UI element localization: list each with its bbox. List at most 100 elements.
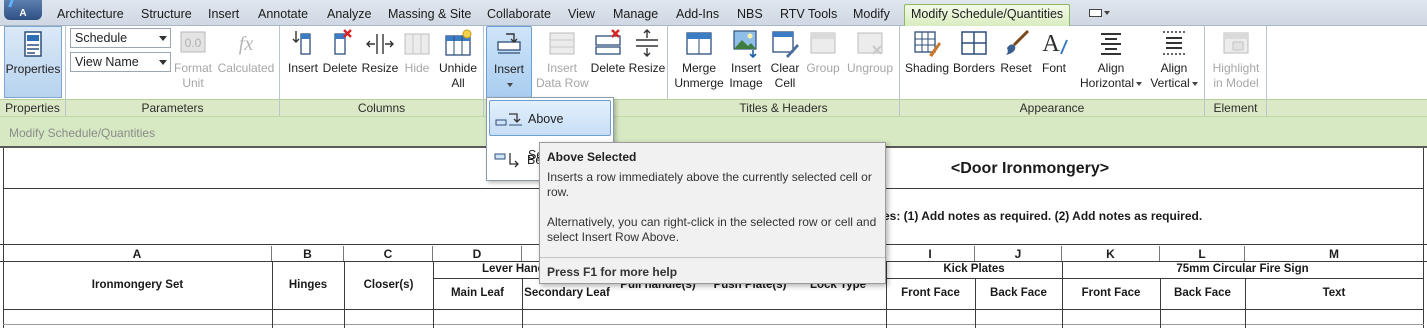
parameter-combo-view-name[interactable]: View Name <box>70 52 171 72</box>
tab-view[interactable]: View <box>568 5 595 25</box>
header-hinges[interactable]: Hinges <box>272 279 344 291</box>
header-fire-sign-group[interactable]: 75mm Circular Fire Sign <box>1062 263 1423 275</box>
header-closers[interactable]: Closer(s) <box>344 279 433 291</box>
insert-image-icon <box>733 30 757 58</box>
tab-analyze[interactable]: Analyze <box>327 5 371 25</box>
header-sign-text[interactable]: Text <box>1245 287 1423 299</box>
svg-text:0.0: 0.0 <box>185 36 202 50</box>
header-kick-plates-group[interactable]: Kick Plates <box>886 263 1062 275</box>
properties-button[interactable]: Properties <box>4 26 62 98</box>
schedule-notes[interactable]: es: (1) Add notes as required. (2) Add n… <box>883 209 1202 223</box>
column-letter-b[interactable]: B <box>272 246 344 262</box>
svg-text:A: A <box>1042 31 1060 57</box>
column-letter-c[interactable]: C <box>344 246 433 262</box>
tab-annotate[interactable]: Annotate <box>258 5 308 25</box>
insert-image-button[interactable]: Insert Image <box>726 28 766 91</box>
tab-rtv-tools[interactable]: RTV Tools <box>780 5 837 25</box>
format-unit-button[interactable]: 0.0 Format Unit <box>172 28 214 91</box>
header-kick-back-face[interactable]: Back Face <box>975 287 1062 299</box>
column-letter-j[interactable]: J <box>975 246 1062 262</box>
panel-columns: Insert Delete Resize Hide Unhide All Col… <box>280 26 484 116</box>
align-vertical-button[interactable]: Align Vertical <box>1146 28 1202 91</box>
panel-visibility-toggle[interactable] <box>1089 7 1115 20</box>
panel-element: Highlight in Model Element <box>1205 26 1267 116</box>
panel-appearance: Shading Borders Reset A Font Align Horiz… <box>900 26 1205 116</box>
resize-column-icon <box>366 34 394 54</box>
tooltip-help-hint: Press F1 for more help <box>547 265 678 279</box>
header-kick-front-face[interactable]: Front Face <box>886 287 975 299</box>
tab-architecture[interactable]: Architecture <box>57 5 124 25</box>
insert-column-button[interactable]: Insert <box>286 28 320 76</box>
resize-column-button[interactable]: Resize <box>360 28 400 76</box>
panel-label-filler <box>1267 99 1427 116</box>
align-horizontal-icon <box>1101 33 1121 55</box>
tab-nbs[interactable]: NBS <box>737 5 763 25</box>
column-letter-k[interactable]: K <box>1062 246 1160 262</box>
delete-row-button[interactable]: Delete <box>590 28 626 76</box>
header-sign-front-face[interactable]: Front Face <box>1062 287 1160 299</box>
tab-structure[interactable]: Structure <box>141 5 192 25</box>
borders-button[interactable]: Borders <box>952 28 996 76</box>
shading-button[interactable]: Shading <box>904 28 950 76</box>
delete-column-button[interactable]: Delete <box>322 28 358 76</box>
align-vertical-icon <box>1163 31 1185 55</box>
header-main-leaf[interactable]: Main Leaf <box>433 287 522 299</box>
panel-properties: Properties Properties <box>0 26 66 116</box>
ribbon: Properties Properties Schedule View Name… <box>0 26 1427 116</box>
shading-icon <box>914 31 941 57</box>
font-icon: A <box>1042 31 1068 57</box>
align-horizontal-button[interactable]: Align Horizontal <box>1078 28 1144 91</box>
borders-icon <box>961 31 987 55</box>
panel-label-titles-headers: Titles & Headers <box>668 99 899 116</box>
font-button[interactable]: A Font <box>1036 28 1072 76</box>
tab-add-ins[interactable]: Add-Ins <box>676 5 719 25</box>
tab-manage[interactable]: Manage <box>613 5 658 25</box>
resize-row-button[interactable]: Resize <box>628 28 666 76</box>
chevron-down-icon <box>159 36 167 41</box>
unhide-all-button[interactable]: Unhide All <box>436 28 480 91</box>
column-letter-d[interactable]: D <box>433 246 522 262</box>
tab-massing-site[interactable]: Massing & Site <box>388 5 471 25</box>
insert-above-selected-item[interactable]: Above Selected <box>489 100 611 162</box>
reset-brush-icon <box>1006 29 1030 55</box>
insert-row-below-icon <box>494 153 519 168</box>
highlight-in-model-button[interactable]: Highlight in Model <box>1207 28 1265 91</box>
header-lever-handles-group[interactable]: Lever Hand <box>482 263 545 275</box>
ungroup-button[interactable]: Ungroup <box>844 28 896 76</box>
chevron-down-icon <box>1191 81 1198 86</box>
insert-data-row-button[interactable]: Insert Data Row <box>536 28 589 91</box>
reset-button[interactable]: Reset <box>998 28 1034 76</box>
context-bar-label: Modify Schedule/Quantities <box>9 126 156 140</box>
highlight-in-model-icon <box>1223 32 1249 54</box>
application-menu-button[interactable]: A <box>4 0 42 20</box>
panel-label-element: Element <box>1205 99 1266 116</box>
panel-label-columns: Columns <box>280 99 483 116</box>
delete-column-icon <box>334 29 352 55</box>
tab-insert[interactable]: Insert <box>208 5 239 25</box>
column-letter-l[interactable]: L <box>1160 246 1245 262</box>
header-ironmongery-set[interactable]: Ironmongery Set <box>3 279 272 291</box>
svg-text:fx: fx <box>239 33 254 55</box>
column-letter-i[interactable]: I <box>886 246 975 262</box>
tab-modify-schedule-quantities[interactable]: Modify Schedule/Quantities <box>904 4 1071 26</box>
clear-cell-button[interactable]: Clear Cell <box>768 28 802 91</box>
column-letter-m[interactable]: M <box>1245 246 1423 262</box>
tooltip-divider <box>540 257 885 258</box>
merge-unmerge-button[interactable]: Merge Unmerge <box>674 28 724 91</box>
column-letter-a[interactable]: A <box>3 246 272 262</box>
header-secondary-leaf[interactable]: Secondary Leaf <box>523 287 611 299</box>
tab-modify[interactable]: Modify <box>853 5 890 25</box>
resize-row-icon <box>636 29 658 57</box>
header-sign-back-face[interactable]: Back Face <box>1160 287 1245 299</box>
calculated-button[interactable]: fx Calculated <box>216 28 276 76</box>
delete-row-icon <box>595 29 621 55</box>
group-button[interactable]: Group <box>804 28 842 76</box>
tab-collaborate[interactable]: Collaborate <box>487 5 551 25</box>
hide-column-button[interactable]: Hide <box>400 28 434 76</box>
parameter-combo-schedule[interactable]: Schedule <box>70 28 171 48</box>
tooltip-alternative: Alternatively, you can right-click in th… <box>547 215 877 244</box>
properties-icon <box>24 31 42 57</box>
insert-row-button[interactable]: Insert <box>486 26 532 98</box>
panel-parameters: Schedule View Name 0.0 Format Unit fx Ca… <box>66 26 280 116</box>
tooltip-above-selected: Above Selected Inserts a row immediately… <box>539 142 886 284</box>
